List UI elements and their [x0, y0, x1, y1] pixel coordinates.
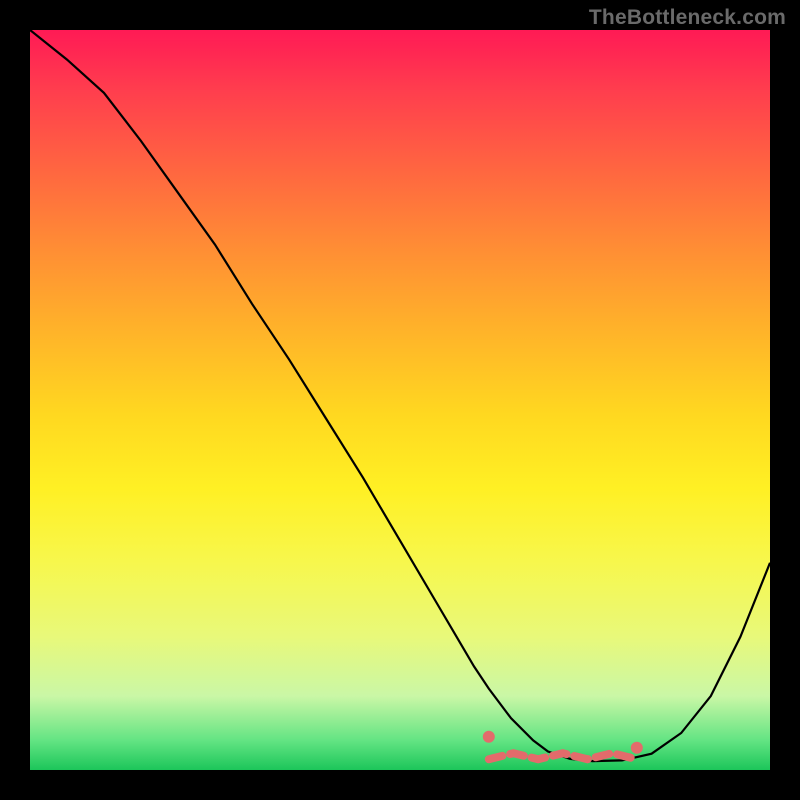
chart-overlay: [30, 30, 770, 770]
optimal-range-marker: [489, 753, 637, 759]
chart-area: [30, 30, 770, 770]
bottleneck-curve: [30, 30, 770, 761]
optimal-range-start-dot: [483, 731, 495, 743]
optimal-range-end-dot: [631, 742, 643, 754]
watermark-label: TheBottleneck.com: [589, 6, 786, 30]
